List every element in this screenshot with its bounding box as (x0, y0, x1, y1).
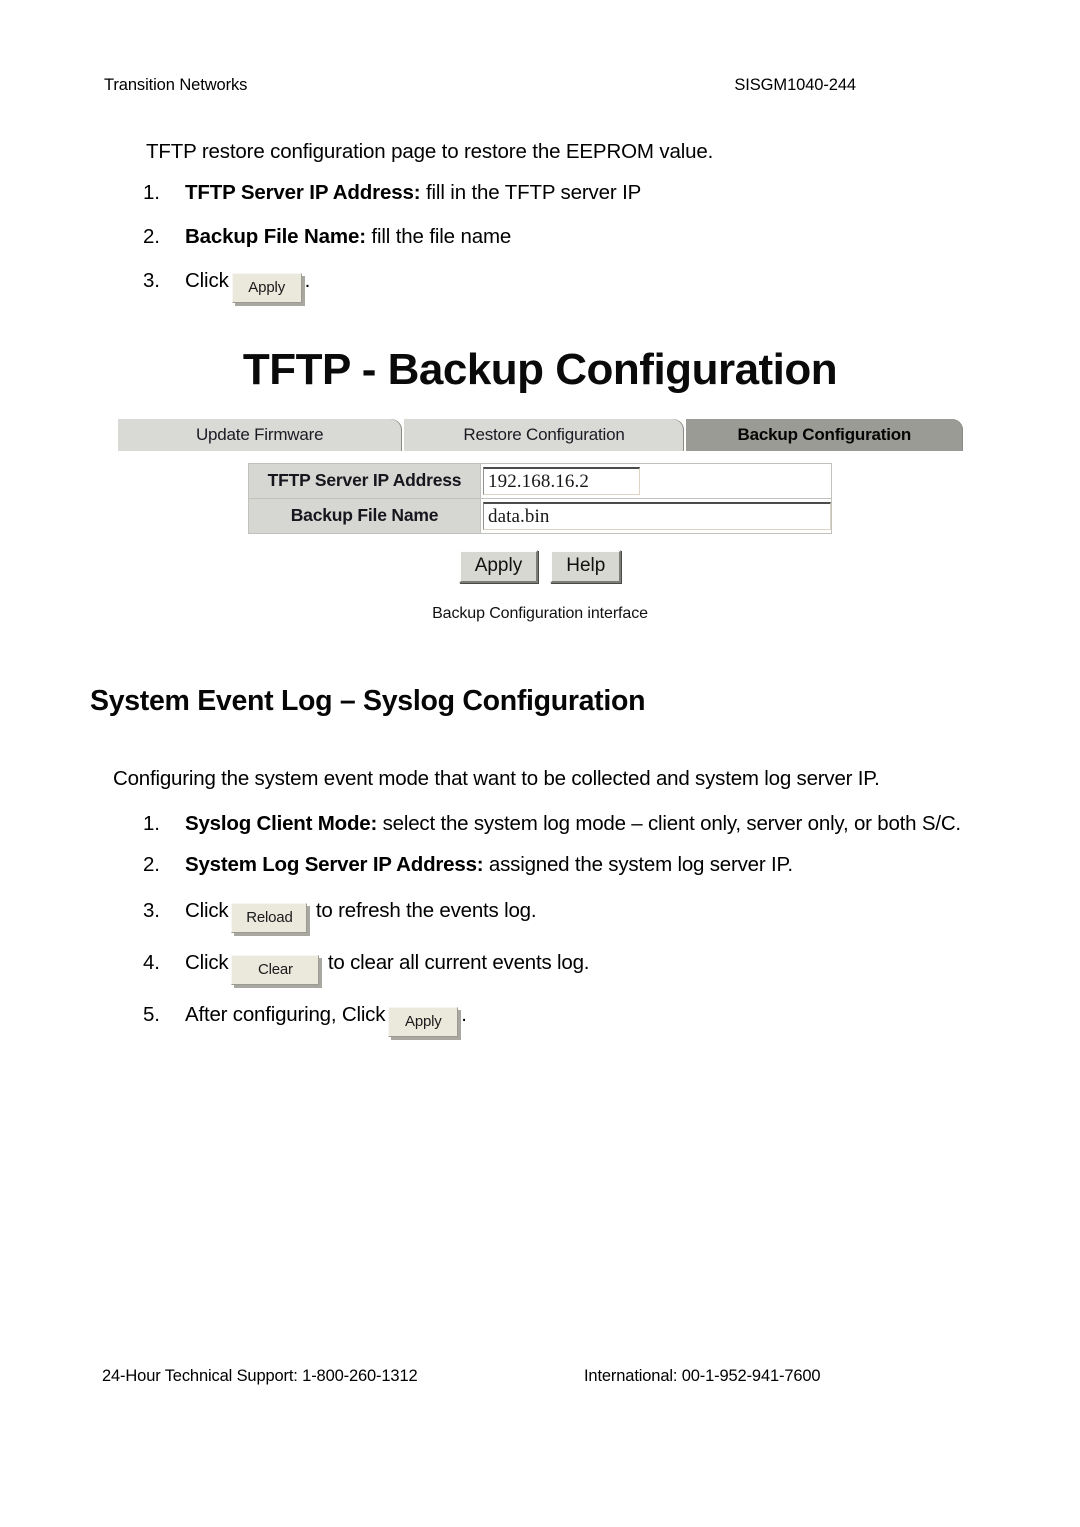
backup-file-name-label: Backup File Name (248, 497, 481, 534)
list-item-text: select the system log mode – client only… (377, 812, 962, 836)
clear-button[interactable]: Clear (231, 954, 320, 985)
tab-label: Update Firmware (195, 424, 324, 444)
list-item-text: After configuring, Click (185, 1002, 386, 1026)
list-item-text: assigned the system log server IP. (483, 852, 793, 876)
syslog-paragraph: Configuring the system event mode that w… (113, 766, 880, 790)
list-item-text: Click (185, 898, 229, 922)
tftp-server-ip-label: TFTP Server IP Address (248, 462, 481, 499)
list-item-number: 1. (143, 180, 160, 204)
list-item-term: System Log Server IP Address: (185, 852, 484, 876)
apply-button[interactable]: Apply (231, 272, 302, 303)
list-item: 2. Backup File Name: fill the file name (0, 224, 1080, 254)
figure-caption: Backup Configuration interface (432, 604, 648, 622)
list-item-number: 5. (143, 1002, 160, 1026)
page-footer: 24-Hour Technical Support: 1-800-260-131… (102, 1367, 892, 1386)
list-item-text-tail: . (304, 268, 311, 292)
table-row: Backup File Name data.bin (248, 497, 832, 534)
list-item-text-tail: . (461, 1002, 467, 1026)
form-apply-button[interactable]: Apply (458, 549, 539, 583)
list-item-number: 3. (143, 898, 160, 922)
backup-configuration-figure: TFTP - Backup Configuration Update Firmw… (0, 345, 1080, 623)
tftp-server-ip-input[interactable]: 192.168.16.2 (483, 466, 640, 495)
list-item-text-tail: to clear all current events log. (327, 950, 590, 974)
tftp-server-ip-cell: 192.168.16.2 (480, 462, 832, 499)
list-item-number: 2. (143, 224, 160, 248)
tab-backup-configuration[interactable]: Backup Configuration (686, 418, 963, 451)
list-item: 1. TFTP Server IP Address: fill in the T… (0, 180, 1080, 210)
list-item-number: 3. (143, 268, 160, 292)
backup-steps-list: 1. TFTP Server IP Address: fill in the T… (0, 180, 1080, 303)
list-item: 2. System Log Server IP Address: assigne… (0, 851, 1080, 881)
tab-update-firmware[interactable]: Update Firmware (117, 418, 402, 451)
form-help-button[interactable]: Help (550, 549, 622, 583)
figure-title: TFTP - Backup Configuration (242, 344, 838, 394)
page-content: TFTP restore configuration page to resto… (0, 138, 1080, 1053)
section-heading-syslog: System Event Log – Syslog Configuration (90, 684, 646, 717)
syslog-steps-list: 1. Syslog Client Mode: select the system… (0, 808, 1080, 1037)
header-company: Transition Networks (104, 76, 248, 94)
list-item-text: Click (185, 950, 229, 974)
header-model: SISGM1040-244 (734, 76, 856, 94)
list-item-number: 1. (143, 812, 160, 836)
list-item-text: fill in the TFTP server IP (420, 180, 642, 204)
page-header: Transition Networks SISGM1040-244 (104, 76, 856, 95)
table-row: TFTP Server IP Address 192.168.16.2 (248, 462, 832, 499)
backup-form-table: TFTP Server IP Address 192.168.16.2 Back… (248, 462, 832, 534)
list-item-text: Click (185, 268, 229, 292)
list-item: 3. Click Reload to refresh the events log… (0, 897, 1080, 933)
apply-button[interactable]: Apply (388, 1006, 459, 1037)
list-item-term: Backup File Name: (185, 224, 366, 248)
backup-file-name-input[interactable]: data.bin (483, 501, 831, 530)
tab-restore-configuration[interactable]: Restore Configuration (403, 418, 685, 451)
footer-support: 24-Hour Technical Support: 1-800-260-131… (102, 1367, 418, 1385)
list-item: 3. Click Apply. (0, 268, 1080, 303)
list-item: 1. Syslog Client Mode: select the system… (0, 808, 1080, 840)
backup-file-name-cell: data.bin (480, 497, 832, 534)
list-item-term: TFTP Server IP Address: (185, 180, 421, 204)
list-item-term: Syslog Client Mode: (185, 812, 378, 836)
reload-button[interactable]: Reload (231, 902, 308, 933)
list-item-text-tail: to refresh the events log. (315, 898, 537, 922)
tab-label: Backup Configuration (737, 424, 912, 444)
list-item: 5. After configuring, Click Apply. (0, 1001, 1080, 1037)
list-item-text: fill the file name (365, 224, 512, 248)
list-item-number: 4. (143, 950, 160, 974)
tab-bar: Update Firmware Restore Configuration Ba… (117, 418, 963, 451)
tab-label: Restore Configuration (463, 424, 625, 444)
intro-paragraph: TFTP restore configuration page to resto… (146, 140, 714, 163)
list-item: 4. Click Clear to clear all current event… (0, 949, 1080, 985)
form-button-row: Apply Help (248, 549, 832, 583)
list-item-number: 2. (143, 852, 160, 876)
footer-international: International: 00-1-952-941-7600 (584, 1367, 821, 1385)
